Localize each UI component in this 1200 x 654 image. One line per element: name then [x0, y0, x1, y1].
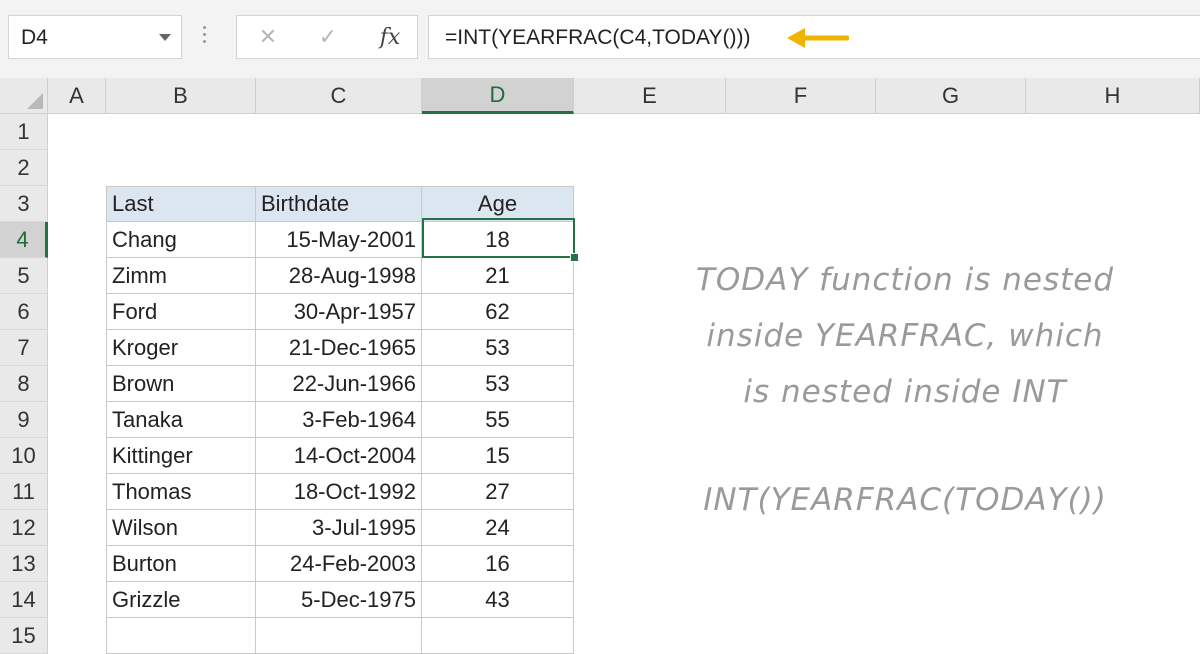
row-header-3[interactable]: 3 — [0, 186, 48, 222]
table-cell[interactable]: 53 — [422, 330, 574, 366]
table-cell[interactable]: 21-Dec-1965 — [256, 330, 422, 366]
table-cell[interactable]: 62 — [422, 294, 574, 330]
table-cell[interactable]: Chang — [106, 222, 256, 258]
row-header-14[interactable]: 14 — [0, 582, 48, 618]
row-header-8[interactable]: 8 — [0, 366, 48, 402]
column-header-g[interactable]: G — [876, 78, 1026, 114]
row-header-1[interactable]: 1 — [0, 114, 48, 150]
column-header-c[interactable]: C — [256, 78, 422, 114]
column-header-a[interactable]: A — [48, 78, 106, 114]
table-cell[interactable]: 3-Feb-1964 — [256, 402, 422, 438]
note-line-4: INT(YEARFRAC(TODAY()) — [703, 482, 1107, 518]
row-header-12[interactable]: 12 — [0, 510, 48, 546]
column-header-e[interactable]: E — [574, 78, 726, 114]
table-cell[interactable]: 27 — [422, 474, 574, 510]
table-cell[interactable]: 14-Oct-2004 — [256, 438, 422, 474]
table-cell[interactable]: Kroger — [106, 330, 256, 366]
table-cell[interactable]: Burton — [106, 546, 256, 582]
table-cell[interactable]: Brown — [106, 366, 256, 402]
cancel-icon[interactable]: ✕ — [243, 16, 293, 58]
table-cell[interactable]: Ford — [106, 294, 256, 330]
table-cell[interactable]: 15-May-2001 — [256, 222, 422, 258]
drag-handle-icon[interactable] — [203, 26, 207, 48]
note-line-3: is nested inside INT — [743, 374, 1067, 410]
table-cell[interactable]: Thomas — [106, 474, 256, 510]
table-cell[interactable]: 43 — [422, 582, 574, 618]
row-header-10[interactable]: 10 — [0, 438, 48, 474]
row-header-11[interactable]: 11 — [0, 474, 48, 510]
row-header-7[interactable]: 7 — [0, 330, 48, 366]
note-line-2: inside YEARFRAC, which — [706, 318, 1104, 354]
formula-bar: D4 ✕ ✓ fx =INT(YEARFRAC(C4,TODAY())) — [0, 0, 1200, 78]
row-header-13[interactable]: 13 — [0, 546, 48, 582]
row-header-6[interactable]: 6 — [0, 294, 48, 330]
chevron-down-icon[interactable] — [159, 34, 171, 41]
row-header-4[interactable]: 4 — [0, 222, 48, 258]
table-cell[interactable] — [106, 618, 256, 654]
table-cell[interactable]: 28-Aug-1998 — [256, 258, 422, 294]
row-header-9[interactable]: 9 — [0, 402, 48, 438]
fill-handle[interactable] — [570, 253, 579, 262]
table-cell[interactable]: 30-Apr-1957 — [256, 294, 422, 330]
enter-icon[interactable]: ✓ — [303, 16, 353, 58]
table-cell[interactable]: 3-Jul-1995 — [256, 510, 422, 546]
row-header-15[interactable]: 15 — [0, 618, 48, 654]
table-cell[interactable]: 22-Jun-1966 — [256, 366, 422, 402]
table-header-cell[interactable]: Age — [422, 186, 574, 222]
insert-function-icon[interactable]: fx — [365, 16, 415, 58]
table-cell[interactable]: Tanaka — [106, 402, 256, 438]
table-cell[interactable]: Grizzle — [106, 582, 256, 618]
table-cell[interactable]: 5-Dec-1975 — [256, 582, 422, 618]
column-header-f[interactable]: F — [726, 78, 876, 114]
table-header-cell[interactable]: Last — [106, 186, 256, 222]
table-cell[interactable] — [256, 618, 422, 654]
table-cell[interactable]: 15 — [422, 438, 574, 474]
column-header-d[interactable]: D — [422, 78, 574, 114]
formula-buttons: ✕ ✓ fx — [236, 15, 418, 59]
table-cell[interactable]: 55 — [422, 402, 574, 438]
table-cell[interactable]: 21 — [422, 258, 574, 294]
row-header-5[interactable]: 5 — [0, 258, 48, 294]
table-cell[interactable]: 16 — [422, 546, 574, 582]
select-all-corner[interactable] — [0, 78, 48, 114]
table-cell[interactable]: Zimm — [106, 258, 256, 294]
table-cell[interactable]: 18-Oct-1992 — [256, 474, 422, 510]
column-header-b[interactable]: B — [106, 78, 256, 114]
table-cell[interactable]: 24-Feb-2003 — [256, 546, 422, 582]
table-cell[interactable]: Kittinger — [106, 438, 256, 474]
table-cell[interactable] — [422, 618, 574, 654]
name-box-value: D4 — [21, 26, 48, 49]
table-cell[interactable]: 53 — [422, 366, 574, 402]
arrow-left-icon — [787, 28, 849, 48]
row-header-2[interactable]: 2 — [0, 150, 48, 186]
note-line-1: TODAY function is nested — [695, 262, 1115, 298]
formula-text: =INT(YEARFRAC(C4,TODAY())) — [445, 26, 751, 49]
table-cell[interactable]: 24 — [422, 510, 574, 546]
table-cell[interactable]: 18 — [422, 222, 574, 258]
column-header-h[interactable]: H — [1026, 78, 1200, 114]
table-cell[interactable]: Wilson — [106, 510, 256, 546]
table-header-cell[interactable]: Birthdate — [256, 186, 422, 222]
name-box[interactable]: D4 — [8, 15, 182, 59]
